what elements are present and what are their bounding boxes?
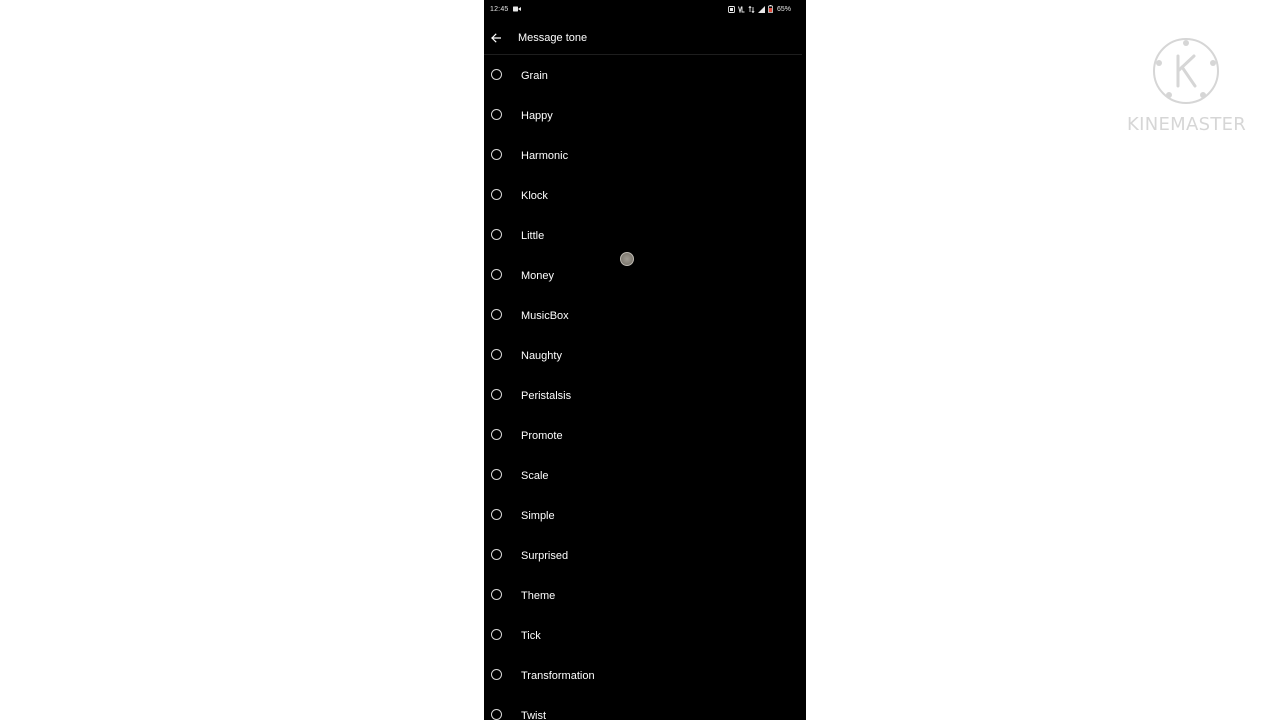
touch-indicator xyxy=(620,252,634,266)
radio-unselected-icon[interactable] xyxy=(491,189,502,200)
tone-option[interactable]: Little xyxy=(484,229,806,275)
radio-unselected-icon[interactable] xyxy=(491,509,502,520)
tone-option[interactable]: Simple xyxy=(484,509,806,555)
tone-label: Peristalsis xyxy=(521,390,572,402)
tone-option[interactable]: Surprised xyxy=(484,549,806,595)
phone-screen: 12:45 65% Message tone Grain Happy Harmo… xyxy=(484,0,806,720)
tone-label: Theme xyxy=(521,590,556,602)
radio-unselected-icon[interactable] xyxy=(491,149,502,160)
radio-unselected-icon[interactable] xyxy=(491,429,502,440)
tone-option[interactable]: Money xyxy=(484,269,806,315)
tone-label: Little xyxy=(521,230,545,242)
radio-unselected-icon[interactable] xyxy=(491,669,502,680)
tone-option[interactable]: Peristalsis xyxy=(484,389,806,435)
tone-option[interactable]: Theme xyxy=(484,589,806,635)
tone-option[interactable]: Klock xyxy=(484,189,806,235)
tone-label: Happy xyxy=(521,110,553,122)
tone-label: Money xyxy=(521,270,555,282)
radio-unselected-icon[interactable] xyxy=(491,629,502,640)
tone-option[interactable]: Scale xyxy=(484,469,806,515)
watermark-text: KINEMASTER xyxy=(1127,114,1247,135)
radio-unselected-icon[interactable] xyxy=(491,549,502,560)
radio-unselected-icon[interactable] xyxy=(491,589,502,600)
radio-unselected-icon[interactable] xyxy=(491,309,502,320)
radio-unselected-icon[interactable] xyxy=(491,269,502,280)
tone-option[interactable]: Tick xyxy=(484,629,806,675)
tone-label: Naughty xyxy=(521,350,562,362)
tone-label: Twist xyxy=(521,710,547,720)
tone-option[interactable]: Twist xyxy=(484,709,806,720)
radio-unselected-icon[interactable] xyxy=(491,709,502,720)
radio-unselected-icon[interactable] xyxy=(491,109,502,120)
tone-option[interactable]: Harmonic xyxy=(484,149,806,195)
tone-label: Klock xyxy=(521,190,548,202)
tone-label: MusicBox xyxy=(521,310,569,322)
tone-label: Grain xyxy=(521,70,548,82)
tone-label: Surprised xyxy=(521,550,569,562)
kinemaster-logo-icon xyxy=(1153,38,1219,104)
tone-option[interactable]: MusicBox xyxy=(484,309,806,355)
kinemaster-watermark: KINEMASTER xyxy=(1126,36,1247,136)
radio-unselected-icon[interactable] xyxy=(491,69,502,80)
tone-label: Harmonic xyxy=(521,150,569,162)
tone-label: Transformation xyxy=(521,670,595,682)
tone-list: Grain Happy Harmonic Klock Little Money xyxy=(484,0,806,720)
radio-unselected-icon[interactable] xyxy=(491,349,502,360)
tone-label: Simple xyxy=(521,510,555,522)
tone-label: Scale xyxy=(521,470,549,482)
tone-option[interactable]: Promote xyxy=(484,429,806,475)
tone-label: Promote xyxy=(521,430,563,442)
tone-option[interactable]: Transformation xyxy=(484,669,806,715)
radio-unselected-icon[interactable] xyxy=(491,229,502,240)
tone-label: Tick xyxy=(521,630,541,642)
tone-option[interactable]: Grain xyxy=(484,69,806,115)
screen-recording-frame: 12:45 65% Message tone Grain Happy Harmo… xyxy=(0,0,1280,720)
radio-unselected-icon[interactable] xyxy=(491,469,502,480)
tone-option[interactable]: Naughty xyxy=(484,349,806,395)
radio-unselected-icon[interactable] xyxy=(491,389,502,400)
tone-option[interactable]: Happy xyxy=(484,109,806,155)
